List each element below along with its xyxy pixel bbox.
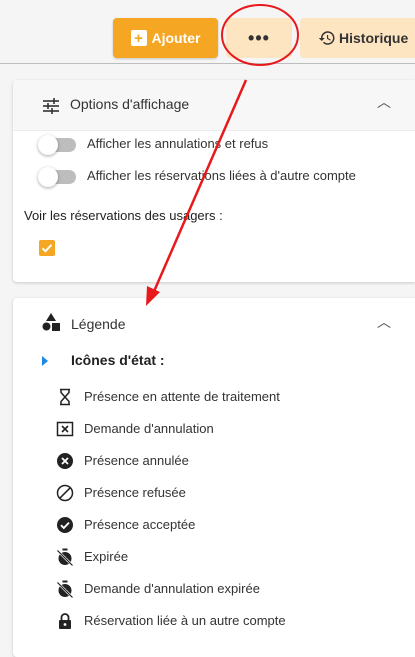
display-options-panel: Options d'affichage ︿ Afficher les annul…	[13, 80, 415, 282]
toggle-linked-reservations-label: Afficher les réservations liées à d'autr…	[87, 168, 356, 183]
x-circle-filled-icon	[57, 453, 73, 469]
check-circle-filled-icon	[57, 517, 73, 533]
legend-item: Expirée	[13, 543, 415, 571]
caret-right-icon[interactable]	[42, 356, 48, 366]
check-icon	[41, 244, 53, 253]
legend-item-label: Demande d'annulation	[84, 421, 214, 436]
chevron-up-icon[interactable]: ︿	[377, 92, 391, 112]
toggle-cancellations-label: Afficher les annulations et refus	[87, 136, 269, 151]
legend-item: Demande d'annulation expirée	[13, 575, 415, 603]
more-options-button[interactable]: •••	[226, 18, 292, 58]
legend-item: Présence acceptée	[13, 511, 415, 539]
legend-item-label: Présence en attente de traitement	[84, 389, 280, 404]
more-options-icon: •••	[248, 27, 270, 48]
toggle-cancellations[interactable]	[38, 135, 76, 155]
users-reservations-label: Voir les réservations des usagers :	[24, 208, 223, 223]
shapes-icon	[42, 313, 60, 331]
legend-item: Réservation liée à un autre compte	[13, 607, 415, 635]
toolbar-divider	[0, 63, 415, 64]
history-button-label: Historique	[339, 30, 409, 46]
ban-circle-icon	[56, 484, 74, 502]
display-options-title: Options d'affichage	[70, 96, 190, 112]
legend-header[interactable]: Légende ︿	[13, 298, 415, 344]
add-button[interactable]: + Ajouter	[113, 18, 218, 58]
legend-item: Présence refusée	[13, 479, 415, 507]
x-box-icon	[56, 421, 74, 437]
legend-item-label: Présence annulée	[84, 453, 189, 468]
legend-item-label: Présence refusée	[84, 485, 186, 500]
legend-title: Légende	[71, 316, 126, 332]
toolbar: + Ajouter ••• Historique	[0, 0, 415, 62]
legend-item-label: Demande d'annulation expirée	[84, 581, 260, 596]
status-icons-subtitle: Icônes d'état :	[71, 352, 165, 368]
legend-item: Présence annulée	[13, 447, 415, 475]
legend-item-label: Réservation liée à un autre compte	[84, 613, 286, 628]
toggle-linked-reservations[interactable]	[38, 167, 76, 187]
history-button[interactable]: Historique	[300, 18, 415, 58]
history-icon	[318, 31, 335, 45]
legend-item-label: Expirée	[84, 549, 129, 564]
chevron-up-icon[interactable]: ︿	[377, 312, 391, 332]
timer-off-icon	[56, 580, 74, 598]
legend-item: Présence en attente de traitement	[13, 383, 415, 411]
timer-off-icon	[56, 548, 74, 566]
plus-icon: +	[130, 30, 147, 46]
sliders-icon	[43, 98, 59, 114]
lock-icon	[59, 613, 71, 629]
display-options-header[interactable]: Options d'affichage ︿	[13, 80, 415, 131]
legend-item-label: Présence acceptée	[84, 517, 196, 532]
hourglass-icon	[60, 388, 70, 406]
legend-panel: Légende ︿ Icônes d'état : Présence en at…	[13, 298, 415, 657]
legend-item: Demande d'annulation	[13, 415, 415, 443]
add-button-label: Ajouter	[151, 30, 201, 46]
users-reservations-checkbox[interactable]	[39, 240, 55, 256]
